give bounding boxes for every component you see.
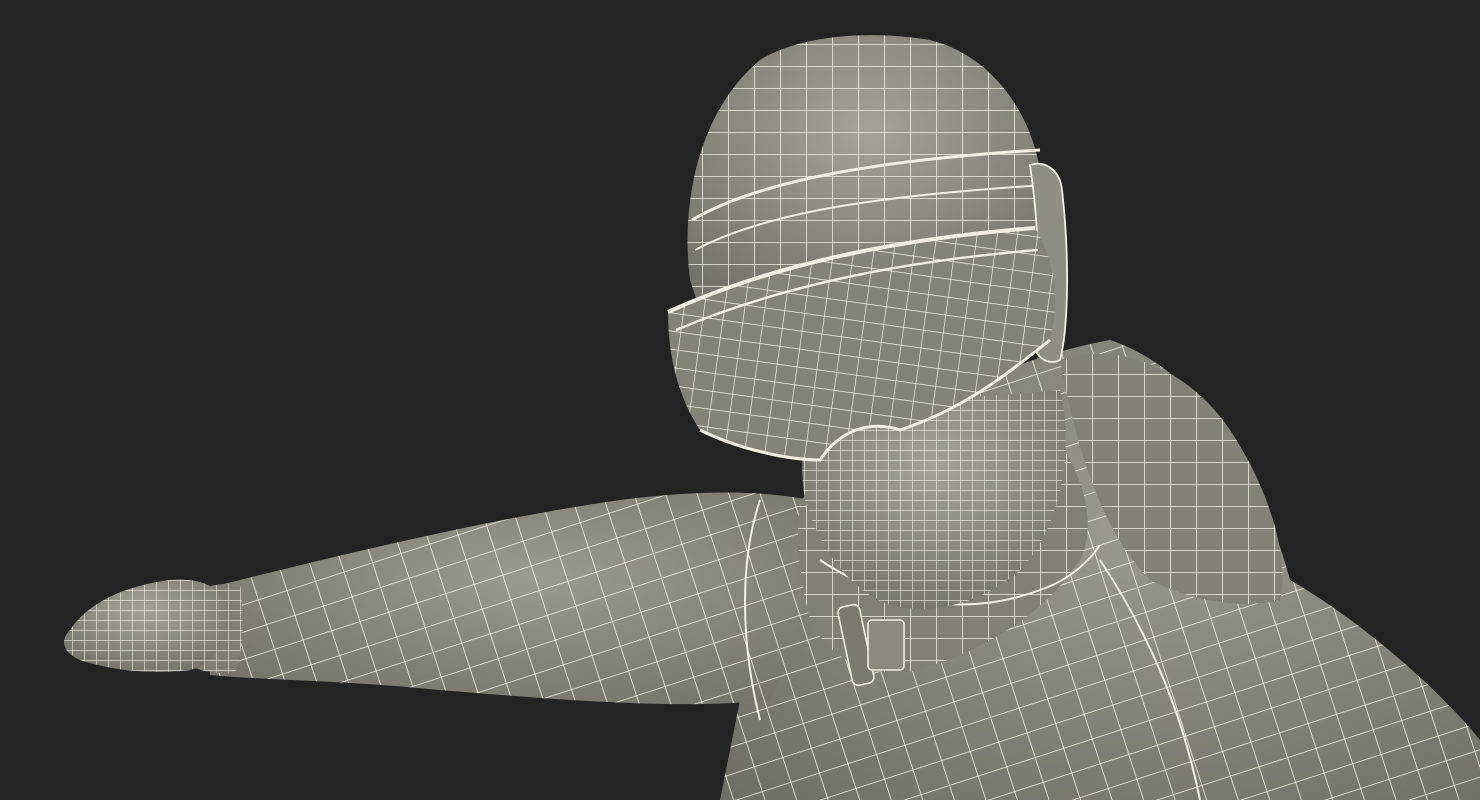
gloved-hand — [64, 579, 226, 672]
wireframe-render — [64, 35, 1480, 800]
left-arm-sleeve — [200, 492, 813, 705]
3d-viewport[interactable] — [0, 0, 1480, 800]
